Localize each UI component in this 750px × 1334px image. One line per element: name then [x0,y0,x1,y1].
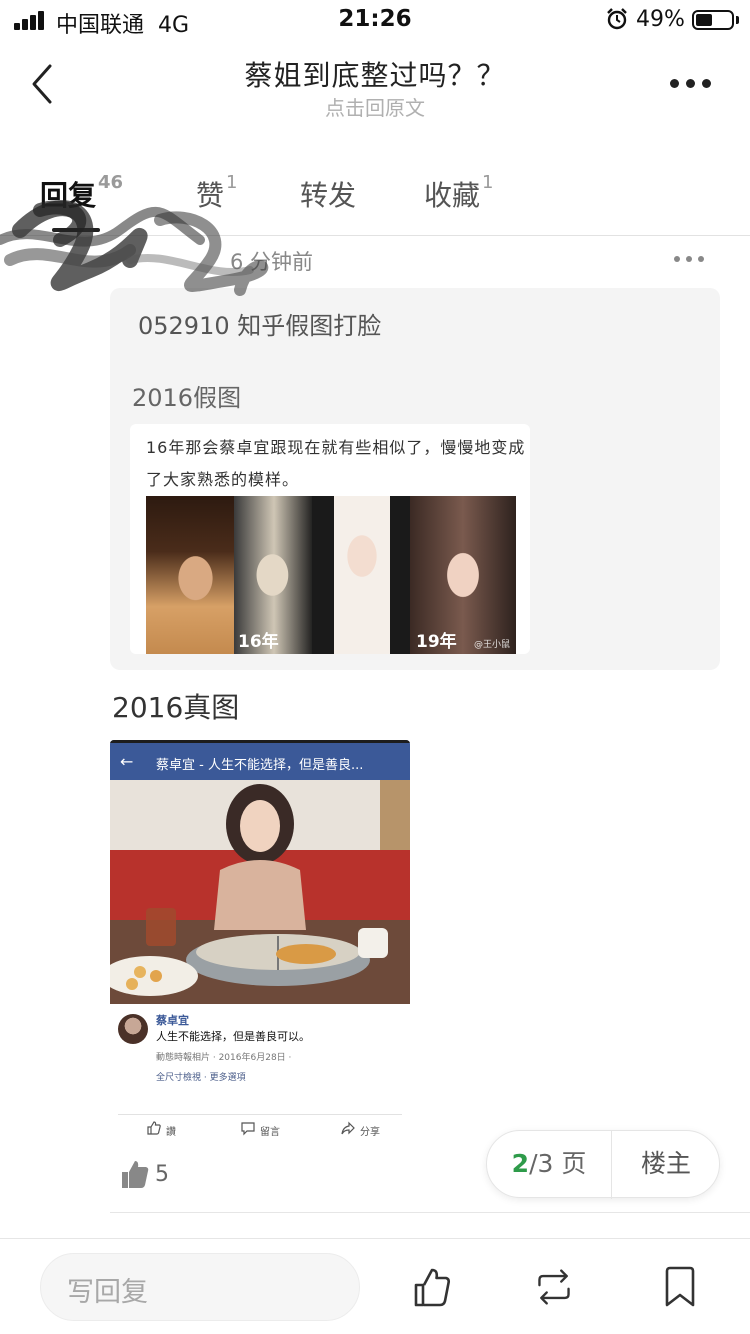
back-to-original-link[interactable]: 点击回原文 [0,92,750,121]
status-bar: 中国联通 4G 21:26 49% [0,0,750,40]
fb-header-title: 蔡卓宜 - 人生不能选择，但是善良... [156,758,364,773]
more-options-icon[interactable] [668,76,712,90]
bookmark-icon[interactable] [660,1265,700,1309]
alarm-icon [607,8,627,30]
tab-favorites[interactable]: 收藏 1 [424,172,493,214]
tab-replies[interactable]: 回复 46 [40,172,123,214]
reply-like-count: 5 [155,1162,169,1187]
quoted-image-card[interactable]: 16年那会蔡卓宜跟现在就有些相似了，慢慢地变成了大家熟悉的模样。 16年 19年… [130,424,530,654]
reply-like-icon[interactable] [120,1158,150,1190]
like-icon[interactable] [412,1265,452,1309]
face-label-19: 19年 [416,632,457,652]
battery-percent: 49% [636,7,685,32]
fb-like-action: 讚 [147,1121,176,1138]
fb-poster-name: 蔡卓宜 [156,1014,189,1027]
fb-post-meta: 動態時報相片 · 2016年6月28日 · [156,1053,292,1063]
fb-action-bar: 讚 留言 分享 [118,1114,402,1146]
face-label-16: 16年 [238,632,279,652]
tab-likes[interactable]: 赞1 [196,172,237,214]
quoted-post[interactable]: 052910 知乎假图打脸 2016假图 16年那会蔡卓宜跟现在就有些相似了，慢… [110,288,720,670]
fb-comment-action: 留言 [241,1122,280,1138]
facebook-header: ← 蔡卓宜 - 人生不能选择，但是善良... [110,740,410,780]
page-title: 蔡姐到底整过吗？？ [244,59,506,92]
fake-image-label: 2016假图 [132,384,242,412]
fb-back-arrow-icon: ← [120,752,134,771]
reply-more-icon[interactable] [674,256,706,264]
image-watermark: @王小鼠 [473,640,510,650]
quoted-image-caption: 16年那会蔡卓宜跟现在就有些相似了，慢慢地变成了大家熟悉的模样。 [146,438,526,489]
bottom-action-bar: 写回复 [0,1238,750,1334]
restaurant-photo [110,780,410,1004]
tab-bar: 回复 46 赞1 转发 收藏 1 [0,160,750,236]
tab-active-indicator [52,228,100,232]
real-image-label: 2016真图 [112,691,240,724]
avatar [118,1014,148,1044]
quoted-post-title: 052910 知乎假图打脸 [138,312,382,340]
tab-reposts[interactable]: 转发 [300,174,356,214]
fb-share-icon [341,1121,355,1135]
repost-icon[interactable] [534,1265,574,1309]
owner-only-button[interactable]: 楼主 [612,1131,720,1199]
reply-timestamp: 6 分钟前 [230,250,314,274]
fb-comment-icon [241,1122,255,1136]
battery-icon [692,10,734,30]
page-navigator: 2/3 页 楼主 [486,1130,720,1199]
page-indicator-button[interactable]: 2/3 页 [487,1131,611,1199]
nav-header: 蔡姐到底整过吗？？ 点击回原文 [0,40,750,130]
reply-input[interactable]: 写回复 [40,1253,360,1321]
facebook-screenshot[interactable]: ← 蔡卓宜 - 人生不能选择，但是善良... [110,740,410,1004]
fb-post-links: 全尺寸檢視 · 更多選項 [156,1073,246,1083]
fb-like-icon [147,1121,161,1135]
divider [110,1212,750,1213]
fb-share-action: 分享 [341,1121,380,1138]
facebook-post-info: 蔡卓宜 人生不能选择，但是善良可以。 動態時報相片 · 2016年6月28日 ·… [110,1006,410,1106]
fb-post-text: 人生不能选择，但是善良可以。 [156,1030,310,1043]
face-comparison-image: 16年 19年 @王小鼠 [146,496,516,654]
